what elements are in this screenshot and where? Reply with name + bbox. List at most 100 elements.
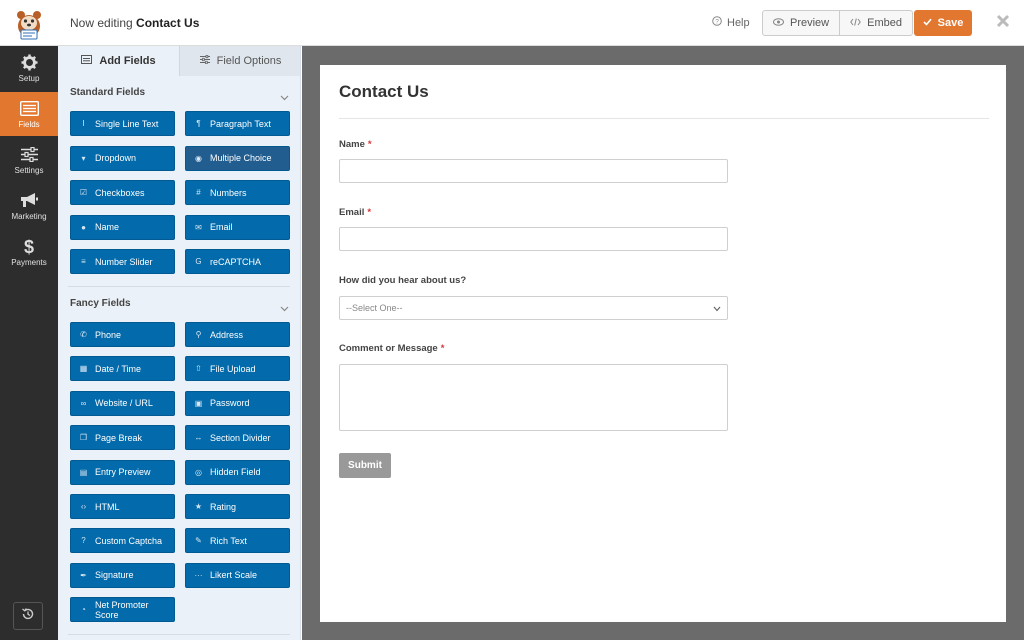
sidebar-item-marketing[interactable]: Marketing bbox=[0, 184, 58, 228]
field-label-text: How did you hear about us? bbox=[339, 275, 467, 286]
chevron-down-icon[interactable] bbox=[280, 299, 289, 317]
sidebar-item-label: Fields bbox=[18, 120, 40, 129]
add-field-button[interactable]: ▦ Date / Time bbox=[70, 356, 175, 382]
field-button-label: Paragraph Text bbox=[210, 118, 271, 129]
field-button-label: Date / Time bbox=[95, 363, 142, 374]
save-label: Save bbox=[937, 17, 964, 29]
embed-button[interactable]: Embed bbox=[839, 11, 912, 35]
add-field-button[interactable]: ✎ Rich Text bbox=[185, 528, 290, 554]
user-icon: ● bbox=[81, 222, 86, 232]
builder-sidebar: Setup Fields Settings Marketing $ Paymen… bbox=[0, 46, 58, 640]
question-circle-icon: ? bbox=[81, 536, 86, 546]
field-button-label: Phone bbox=[95, 329, 122, 340]
add-field-button[interactable]: ¶ Paragraph Text bbox=[185, 111, 290, 136]
tab-label: Field Options bbox=[216, 55, 282, 67]
sidebar-item-label: Marketing bbox=[11, 212, 47, 221]
sidebar-item-payments[interactable]: $ Payments bbox=[0, 230, 58, 274]
field-label-comment[interactable]: Comment or Message * bbox=[339, 343, 444, 354]
add-field-button[interactable]: ◉ Multiple Choice bbox=[185, 145, 290, 171]
envelope-icon: ✉ bbox=[195, 222, 202, 232]
field-label-name[interactable]: Name * bbox=[339, 139, 372, 150]
arrows-h-icon: ↔ bbox=[194, 433, 203, 443]
star-icon: ★ bbox=[194, 502, 203, 511]
field-label-text: Name bbox=[339, 139, 365, 150]
field-label-referral[interactable]: How did you hear about us? bbox=[339, 275, 466, 286]
chevron-down-icon[interactable] bbox=[280, 88, 289, 106]
add-field-button[interactable]: ∞ Website / URL bbox=[70, 390, 175, 416]
add-field-button[interactable]: ● Name bbox=[70, 214, 175, 240]
sidebar-item-fields[interactable]: Fields bbox=[0, 92, 58, 136]
calendar-icon: ▦ bbox=[79, 364, 88, 374]
add-field-button[interactable]: ≡ Number Slider bbox=[70, 249, 175, 274]
history-icon bbox=[21, 607, 35, 626]
embed-label: Embed bbox=[867, 17, 902, 29]
list-icon bbox=[81, 55, 93, 67]
email-field[interactable] bbox=[339, 227, 728, 251]
add-field-button[interactable]: ⇧ File Upload bbox=[185, 356, 290, 382]
add-field-button[interactable]: ⚲ Address bbox=[185, 322, 290, 347]
editing-prefix: Now editing bbox=[70, 16, 133, 30]
field-button-label: Hidden Field bbox=[210, 467, 261, 478]
add-field-button[interactable]: ❐ Page Break bbox=[70, 425, 175, 451]
add-field-button[interactable]: ↔ Section Divider bbox=[185, 425, 290, 451]
close-icon[interactable] bbox=[994, 14, 1012, 32]
add-field-button[interactable]: ◔ Net Promoter Score bbox=[70, 597, 175, 623]
referral-select[interactable]: --Select One-- bbox=[339, 296, 728, 320]
dropdown-icon: ▾ bbox=[81, 153, 86, 163]
field-button-label: Checkboxes bbox=[95, 187, 145, 198]
save-button[interactable]: Save bbox=[914, 10, 972, 36]
name-field[interactable] bbox=[339, 159, 728, 183]
google-icon: G bbox=[195, 257, 202, 266]
editing-form-name: Contact Us bbox=[136, 16, 200, 30]
add-field-button[interactable]: I Single Line Text bbox=[70, 111, 175, 136]
required-marker: * bbox=[367, 207, 372, 218]
field-label-email[interactable]: Email * bbox=[339, 207, 371, 218]
tab-add-fields[interactable]: Add Fields bbox=[58, 46, 179, 76]
add-field-button[interactable]: ◎ Hidden Field bbox=[185, 459, 290, 485]
field-button-label: reCAPTCHA bbox=[210, 256, 262, 267]
field-button-label: Email bbox=[210, 222, 233, 232]
sidebar-item-label: Settings bbox=[14, 166, 44, 175]
preview-embed-group: Preview Embed bbox=[762, 10, 913, 36]
gauge-icon: ◔ bbox=[81, 605, 86, 615]
field-button-label: Password bbox=[210, 398, 250, 409]
sidebar-item-label: Payments bbox=[11, 258, 47, 267]
eye-icon bbox=[773, 17, 784, 29]
history-button[interactable] bbox=[13, 602, 43, 630]
help-link[interactable]: ? Help bbox=[712, 16, 750, 29]
comment-textarea[interactable] bbox=[339, 364, 728, 431]
sidebar-item-label: Setup bbox=[18, 74, 40, 83]
add-field-button[interactable]: # Numbers bbox=[185, 180, 290, 205]
field-button-label: Dropdown bbox=[95, 153, 137, 163]
edit-icon: ✎ bbox=[195, 536, 202, 546]
add-field-button[interactable]: ☑ Checkboxes bbox=[70, 180, 175, 205]
megaphone-icon bbox=[19, 191, 39, 209]
tab-field-options[interactable]: Field Options bbox=[179, 46, 300, 76]
field-button-label: Website / URL bbox=[95, 398, 153, 409]
add-field-button[interactable]: ▣ Password bbox=[185, 390, 290, 416]
add-field-button[interactable]: ✆ Phone bbox=[70, 322, 175, 347]
field-button-label: HTML bbox=[95, 501, 120, 512]
upload-icon: ⇧ bbox=[195, 364, 202, 374]
dollar-icon: $ bbox=[19, 237, 39, 256]
add-field-button[interactable]: ? Custom Captcha bbox=[70, 528, 175, 554]
sidebar-item-settings[interactable]: Settings bbox=[0, 138, 58, 182]
sidebar-item-setup[interactable]: Setup bbox=[0, 46, 58, 90]
field-button-label: Entry Preview bbox=[95, 467, 151, 478]
add-field-button[interactable]: ★ Rating bbox=[185, 494, 290, 519]
add-field-button[interactable]: ··· Likert Scale bbox=[185, 562, 290, 588]
add-field-button[interactable]: ✒ Signature bbox=[70, 562, 175, 588]
add-field-button[interactable]: ▤ Entry Preview bbox=[70, 459, 175, 485]
fields-list-icon bbox=[19, 99, 39, 117]
preview-label: Preview bbox=[790, 17, 830, 29]
field-button-label: Net Promoter Score bbox=[94, 599, 149, 620]
submit-button[interactable]: Submit bbox=[339, 453, 391, 478]
add-field-button[interactable]: ▾ Dropdown bbox=[70, 145, 175, 171]
section-divider bbox=[68, 634, 290, 635]
wpforms-logo bbox=[0, 0, 58, 46]
preview-button[interactable]: Preview bbox=[763, 11, 839, 35]
eye-slash-icon: ◎ bbox=[195, 467, 202, 477]
add-field-button[interactable]: GreCAPTCHA bbox=[185, 249, 290, 274]
add-field-button[interactable]: ‹› HTML bbox=[70, 494, 175, 519]
add-field-button[interactable]: ✉ Email bbox=[185, 214, 290, 240]
